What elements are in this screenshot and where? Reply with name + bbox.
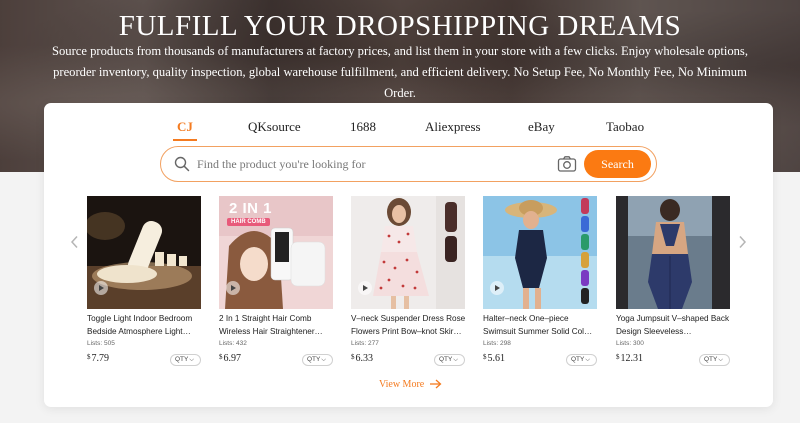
view-more-link[interactable]: View More [379, 379, 442, 390]
camera-icon[interactable] [557, 155, 577, 173]
play-video-icon[interactable] [490, 281, 504, 295]
product-carousel: Toggle Light Indoor Bedroom Bedside Atmo… [87, 196, 737, 376]
product-lists: Lists: 432 [219, 340, 247, 347]
chevron-down-icon: ⌵ [585, 357, 590, 363]
source-tabs: CJ QKsource 1688 Aliexpress eBay Taobao [44, 119, 773, 143]
product-name[interactable]: Halter–neck One–piece Swimsuit Summer So… [483, 312, 601, 338]
product-card[interactable]: Halter–neck One–piece Swimsuit Summer So… [483, 196, 597, 371]
tab-aliexpress[interactable]: Aliexpress [425, 119, 481, 135]
carousel-prev-arrow[interactable] [68, 235, 82, 249]
search-button[interactable]: Search [584, 150, 651, 178]
qty-dropdown[interactable]: QTY⌵ [699, 354, 730, 366]
product-name[interactable]: Toggle Light Indoor Bedroom Bedside Atmo… [87, 312, 205, 338]
arrow-right-icon [429, 379, 442, 389]
chevron-down-icon: ⌵ [453, 357, 458, 363]
qty-dropdown[interactable]: QTY⌵ [170, 354, 201, 366]
product-card[interactable]: Yoga Jumpsuit V–shaped Back Design Sleev… [616, 196, 730, 371]
product-lists: Lists: 300 [616, 340, 644, 347]
product-image[interactable] [483, 196, 597, 309]
product-badge-title: 2 IN 1 [229, 200, 273, 217]
qty-dropdown[interactable]: QTY⌵ [566, 354, 597, 366]
hero-description: Source products from thousands of manufa… [52, 44, 748, 100]
product-price: $5.61 [483, 353, 505, 364]
product-image[interactable]: 2 IN 1 HAIR COMB [219, 196, 333, 309]
tab-ebay[interactable]: eBay [528, 119, 555, 135]
product-price: $6.33 [351, 353, 373, 364]
product-search-card: CJ QKsource 1688 Aliexpress eBay Taobao … [44, 103, 773, 407]
tab-qksource[interactable]: QKsource [248, 119, 301, 135]
product-price: $12.31 [616, 353, 643, 364]
carousel-next-arrow[interactable] [735, 235, 749, 249]
qty-dropdown[interactable]: QTY⌵ [302, 354, 333, 366]
play-video-icon[interactable] [226, 281, 240, 295]
product-name[interactable]: Yoga Jumpsuit V–shaped Back Design Sleev… [616, 312, 734, 338]
product-lists: Lists: 298 [483, 340, 511, 347]
chevron-down-icon: ⌵ [718, 357, 723, 363]
product-card[interactable]: V–neck Suspender Dress Rose Flowers Prin… [351, 196, 465, 371]
play-video-icon[interactable] [358, 281, 372, 295]
tab-cj[interactable]: CJ [173, 119, 197, 141]
search-bar: Search [160, 146, 657, 182]
product-lists: Lists: 277 [351, 340, 379, 347]
product-lists: Lists: 505 [87, 340, 115, 347]
chevron-down-icon: ⌵ [321, 357, 326, 363]
product-price: $7.79 [87, 353, 109, 364]
product-badge-subtitle: HAIR COMB [227, 218, 270, 226]
product-card[interactable]: Toggle Light Indoor Bedroom Bedside Atmo… [87, 196, 201, 371]
product-image[interactable] [351, 196, 465, 309]
qty-dropdown[interactable]: QTY⌵ [434, 354, 465, 366]
tab-taobao[interactable]: Taobao [606, 119, 644, 135]
chevron-down-icon: ⌵ [189, 357, 194, 363]
product-image[interactable] [616, 196, 730, 309]
hero-title: FULFILL YOUR DROPSHIPPING DREAMS [118, 10, 682, 42]
product-card[interactable]: 2 IN 1 HAIR COMB 2 In 1 Straight Hair Co… [219, 196, 333, 371]
tab-1688[interactable]: 1688 [350, 119, 376, 135]
search-icon [174, 156, 190, 172]
search-input[interactable] [197, 154, 547, 174]
product-price: $6.97 [219, 353, 241, 364]
product-image[interactable] [87, 196, 201, 309]
product-name[interactable]: 2 In 1 Straight Hair Comb Wireless Hair … [219, 312, 337, 338]
product-name[interactable]: V–neck Suspender Dress Rose Flowers Prin… [351, 312, 469, 338]
play-video-icon[interactable] [94, 281, 108, 295]
